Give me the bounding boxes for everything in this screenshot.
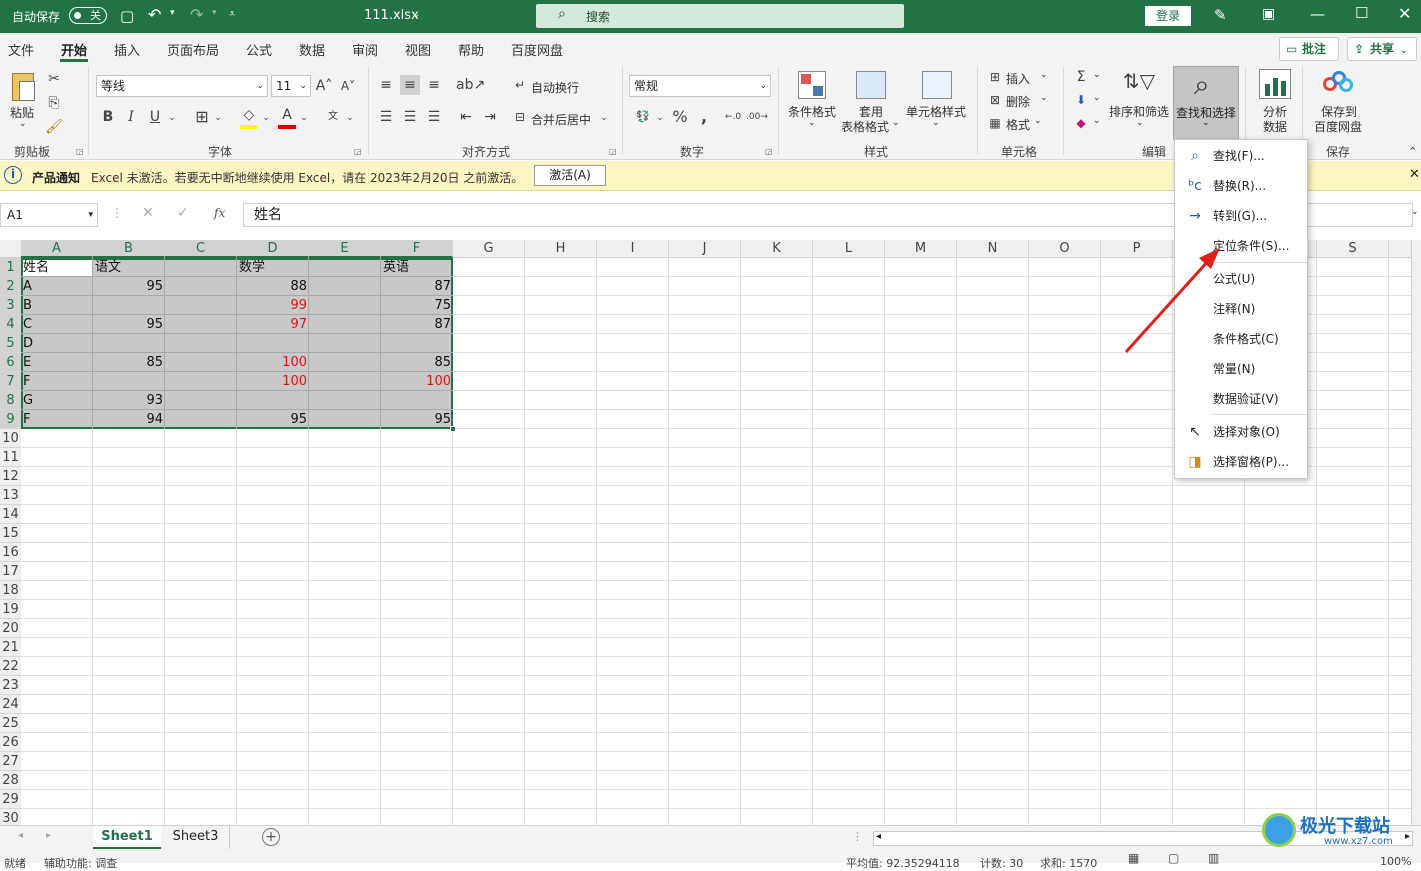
vertical-scrollbar[interactable] [1411,240,1421,825]
scroll-right-icon[interactable]: ▸ [46,830,51,841]
annotation-arrow [1124,248,1220,354]
scroll-left-icon[interactable]: ◂ [876,831,881,842]
sheet-tab-bar: ◂ ▸ Sheet1 Sheet3 + ⋮ ◂ ▸ [0,825,1421,850]
add-sheet-icon[interactable]: + [262,828,280,846]
status-sum: 求和: 1570 [1040,857,1098,870]
status-count: 计数: 30 [980,857,1024,870]
scroll-left-icon[interactable]: ◂ [18,830,23,841]
watermark-url: www.xz7.com [1324,836,1393,847]
status-ready: 就绪 [4,857,26,870]
arrow-line [1124,258,1211,354]
status-average: 平均值: 92.35294118 [846,857,960,870]
watermark-name: 极光下载站 [1300,816,1390,837]
zoom-level[interactable]: 100% [1380,855,1411,868]
more-icon: ⋮ [852,830,863,843]
sheet-tab-sheet1[interactable]: Sheet1 [93,826,161,850]
sheet-tab-sheet3[interactable]: Sheet3 [162,826,230,850]
watermark-logo [1262,813,1296,847]
status-bar: 就绪 辅助功能: 调查 平均值: 92.35294118 计数: 30 求和: … [0,849,1421,870]
status-accessibility[interactable]: 辅助功能: 调查 [44,855,117,871]
watermark: 极光下载站 www.xz7.com [1262,811,1417,849]
